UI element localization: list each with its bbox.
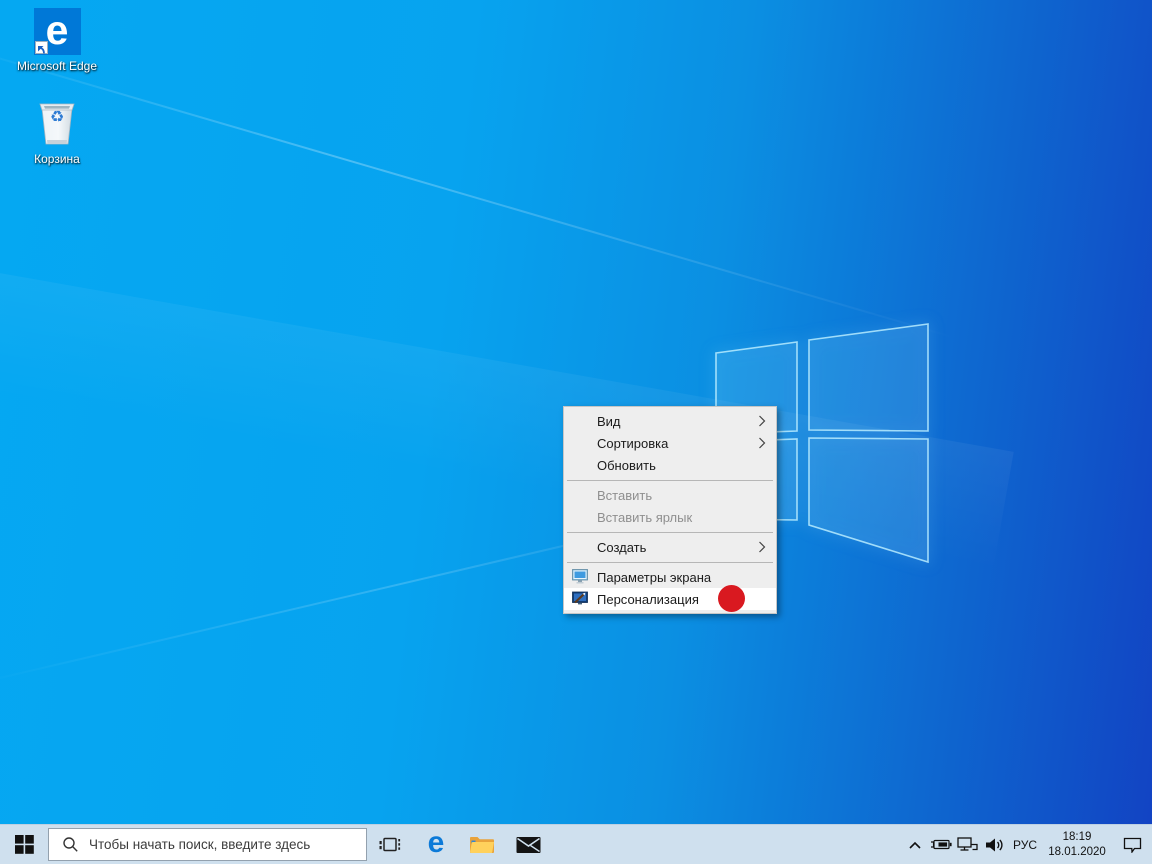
action-center-button[interactable]	[1112, 825, 1152, 864]
tray-battery-button[interactable]	[927, 825, 954, 864]
taskbar-search-box[interactable]	[48, 828, 367, 861]
taskbar-edge-button[interactable]: e	[413, 825, 459, 864]
battery-charging-icon	[930, 839, 952, 850]
edge-icon: e	[427, 825, 445, 859]
menu-item-label: Создать	[597, 539, 647, 555]
menu-item-refresh[interactable]: Обновить	[564, 454, 776, 476]
task-view-button[interactable]	[367, 825, 413, 864]
menu-item-display-settings[interactable]: Параметры экрана	[564, 566, 776, 588]
desktop-icon-label: Microsoft Edge	[16, 59, 98, 73]
windows-start-icon	[14, 835, 34, 854]
taskbar: e	[0, 824, 1152, 864]
menu-separator	[567, 479, 773, 481]
clock-date: 18.01.2020	[1048, 845, 1106, 858]
menu-item-paste: Вставить	[564, 484, 776, 506]
submenu-arrow-icon	[759, 415, 766, 427]
chevron-up-icon	[909, 841, 921, 849]
edge-e-glyph: e	[45, 6, 69, 53]
system-tray: РУС 18:19 18.01.2020	[903, 825, 1152, 864]
recycle-symbol-glyph: ♻	[49, 107, 65, 126]
start-button[interactable]	[0, 825, 48, 864]
action-center-icon	[1123, 837, 1141, 853]
taskbar-clock[interactable]: 18:19 18.01.2020	[1042, 825, 1112, 864]
menu-item-label: Обновить	[597, 457, 656, 473]
menu-item-view[interactable]: Вид	[564, 410, 776, 432]
menu-item-label: Вставить	[597, 487, 653, 503]
menu-item-label: Параметры экрана	[597, 569, 712, 585]
mail-icon	[516, 836, 540, 853]
menu-item-sort[interactable]: Сортировка	[564, 432, 776, 454]
desktop-context-menu: Вид Сортировка Обновить Вставить Вставит…	[563, 406, 777, 614]
edge-icon: e	[33, 6, 81, 55]
menu-item-label: Вид	[597, 413, 621, 429]
search-input[interactable]	[89, 837, 339, 852]
wallpaper-light-beam	[0, 40, 958, 340]
search-icon	[63, 837, 78, 852]
task-view-icon	[379, 837, 401, 852]
submenu-arrow-icon	[759, 541, 766, 553]
menu-item-personalization[interactable]: Персонализация	[564, 585, 776, 612]
desktop-icon-edge[interactable]: e Microsoft Edge	[7, 8, 107, 73]
tray-volume-button[interactable]	[981, 825, 1008, 864]
taskbar-file-explorer-button[interactable]	[459, 825, 505, 864]
tray-network-button[interactable]	[954, 825, 981, 864]
desktop-icon-recycle-bin[interactable]: ♻ Корзина	[7, 98, 107, 166]
menu-item-label: Персонализация	[597, 591, 699, 607]
taskbar-mail-button[interactable]	[505, 825, 551, 864]
menu-separator	[567, 531, 773, 533]
submenu-arrow-icon	[759, 437, 766, 449]
file-explorer-icon	[470, 837, 494, 854]
desktop-icon-label: Корзина	[34, 152, 80, 166]
menu-separator	[567, 561, 773, 563]
tray-expand-button[interactable]	[903, 825, 927, 864]
recycle-bin-icon: ♻	[35, 98, 79, 148]
menu-item-new[interactable]: Создать	[564, 536, 776, 558]
desktop-screen: e Microsoft Edge ♻ Корзина Вид Сортировк…	[0, 0, 1152, 864]
menu-item-paste-shortcut: Вставить ярлык	[564, 506, 776, 528]
ethernet-network-icon	[956, 836, 978, 851]
speaker-icon	[985, 838, 1003, 851]
click-annotation-marker	[718, 585, 745, 612]
menu-item-label: Сортировка	[597, 435, 669, 451]
language-indicator[interactable]: РУС	[1008, 825, 1042, 864]
display-settings-icon	[572, 569, 588, 587]
shortcut-arrow-icon	[34, 41, 48, 54]
menu-item-label: Вставить ярлык	[597, 509, 693, 525]
clock-time: 18:19	[1062, 830, 1092, 843]
personalization-icon	[572, 591, 588, 609]
